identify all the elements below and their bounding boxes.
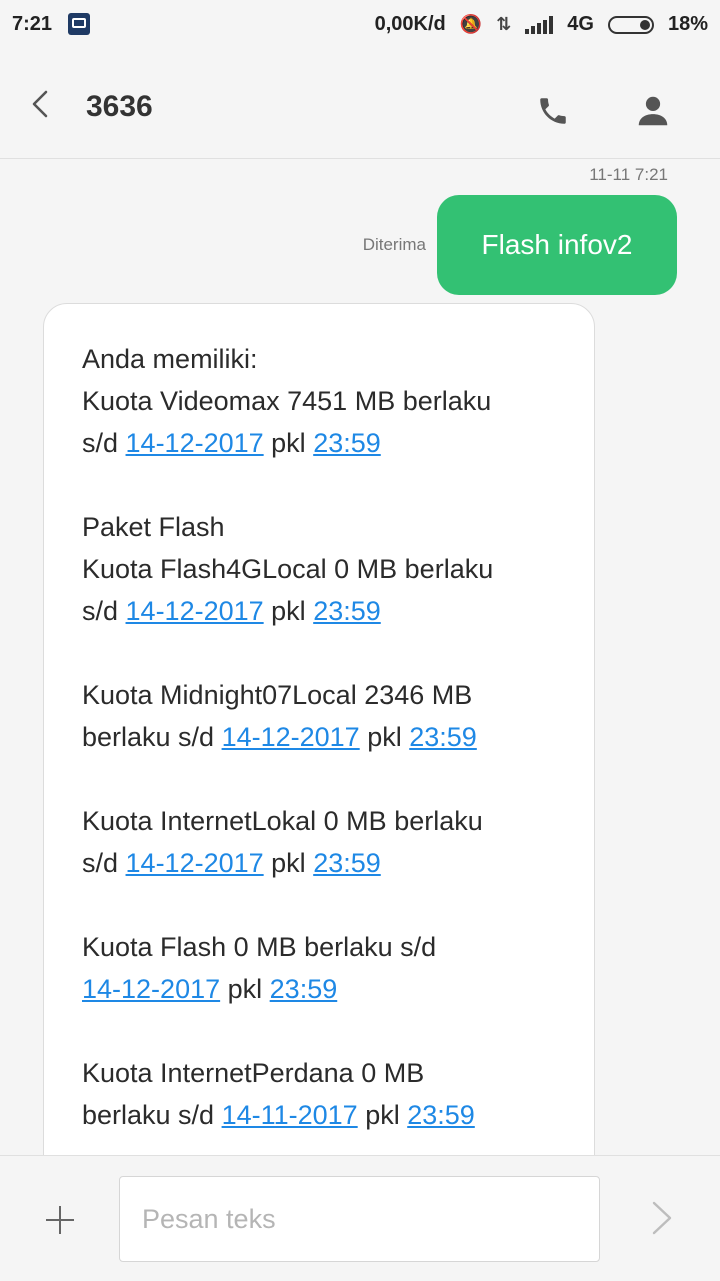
message-paragraph: Paket Flash Kuota Flash4GLocal 0 MB berla…	[82, 506, 556, 632]
pkl-text: pkl	[359, 722, 410, 752]
date-link[interactable]: 14-12-2017	[222, 722, 360, 752]
pkl-text: pkl	[263, 596, 314, 626]
contact-title: 3636	[86, 90, 153, 123]
sent-message-text: Flash infov2	[481, 229, 633, 260]
status-right: 0,00K/d 🔕 ⇅ 4G 18%	[375, 13, 708, 36]
message-line: Anda memiliki:	[82, 344, 258, 374]
validity-line: 14-12-2017 pkl 23:59	[82, 968, 556, 1010]
validity-prefix: s/d	[82, 596, 126, 626]
message-line: Kuota Midnight07Local 2346 MB	[82, 680, 473, 710]
time-link[interactable]: 23:59	[407, 1100, 475, 1130]
data-arrows-icon: ⇅	[496, 14, 512, 34]
composer-bar	[0, 1155, 720, 1281]
message-line: Kuota Flash 0 MB berlaku s/d	[82, 932, 437, 962]
time-link[interactable]: 23:59	[409, 722, 477, 752]
message-line: Kuota InternetPerdana 0 MB	[82, 1058, 425, 1088]
message-line: Kuota Videomax 7451 MB berlaku	[82, 386, 492, 416]
message-line: Kuota Flash4GLocal 0 MB berlaku	[82, 554, 494, 584]
back-icon[interactable]	[28, 90, 56, 118]
time-link[interactable]: 23:59	[313, 848, 381, 878]
validity-prefix: berlaku s/d	[82, 1100, 222, 1130]
message-paragraph: Kuota Midnight07Local 2346 MB berlaku s/d…	[82, 674, 556, 758]
validity-line: s/d 14-12-2017 pkl 23:59	[82, 422, 556, 464]
person-icon[interactable]	[634, 92, 672, 130]
message-paragraph: Kuota InternetLokal 0 MB berlaku s/d 14-1…	[82, 800, 556, 884]
status-speed: 0,00K/d	[374, 13, 446, 35]
send-icon[interactable]	[646, 1200, 676, 1236]
message-paragraph: Kuota Flash 0 MB berlaku s/d 14-12-2017 p…	[82, 926, 556, 1010]
validity-prefix: s/d	[82, 428, 126, 458]
validity-line: s/d 14-12-2017 pkl 23:59	[82, 842, 556, 884]
delivery-status: Diterima	[362, 235, 426, 254]
message-paragraph: Anda memiliki: Kuota Videomax 7451 MB ber…	[82, 338, 556, 464]
date-link[interactable]: 14-11-2017	[222, 1100, 358, 1130]
validity-prefix: s/d	[82, 848, 126, 878]
validity-line: berlaku s/d 14-11-2017 pkl 23:59	[82, 1094, 556, 1136]
message-line: Kuota InternetLokal 0 MB berlaku	[82, 806, 483, 836]
message-input[interactable]	[119, 1176, 600, 1262]
validity-prefix: berlaku s/d	[82, 722, 222, 752]
call-icon[interactable]	[536, 94, 570, 128]
signal-icon	[525, 15, 554, 34]
add-icon[interactable]	[44, 1204, 76, 1236]
bbm-notification-icon	[68, 13, 90, 35]
pkl-text: pkl	[263, 848, 314, 878]
pkl-text: pkl	[263, 428, 314, 458]
status-battery: 18%	[667, 13, 708, 35]
pkl-text: pkl	[357, 1100, 408, 1130]
battery-icon	[607, 15, 654, 34]
status-bar: 7:21 0,00K/d 🔕 ⇅ 4G 18%	[0, 0, 720, 50]
conversation-header: 3636	[0, 50, 720, 159]
validity-line: s/d 14-12-2017 pkl 23:59	[82, 590, 556, 632]
message-paragraph: Kuota InternetPerdana 0 MB berlaku s/d 14…	[82, 1052, 556, 1136]
received-message-bubble[interactable]: Anda memiliki: Kuota Videomax 7451 MB ber…	[43, 303, 595, 1155]
message-line: Paket Flash	[82, 512, 225, 542]
time-link[interactable]: 23:59	[313, 428, 381, 458]
time-link[interactable]: 23:59	[313, 596, 381, 626]
date-link[interactable]: 14-12-2017	[126, 428, 264, 458]
date-link[interactable]: 14-12-2017	[82, 974, 220, 1004]
sent-message-bubble[interactable]: Flash infov2	[437, 195, 677, 295]
message-timestamp: 11-11 7:21	[589, 165, 668, 184]
muted-bell-icon: 🔕	[459, 14, 483, 34]
status-network: 4G	[567, 13, 594, 35]
validity-line: berlaku s/d 14-12-2017 pkl 23:59	[82, 716, 556, 758]
date-link[interactable]: 14-12-2017	[126, 848, 264, 878]
time-link[interactable]: 23:59	[270, 974, 338, 1004]
message-list[interactable]: 11-11 7:21 Diterima Flash infov2 Anda me…	[0, 159, 720, 1155]
status-time: 7:21	[12, 13, 53, 35]
pkl-text: pkl	[220, 974, 270, 1004]
date-link[interactable]: 14-12-2017	[126, 596, 264, 626]
